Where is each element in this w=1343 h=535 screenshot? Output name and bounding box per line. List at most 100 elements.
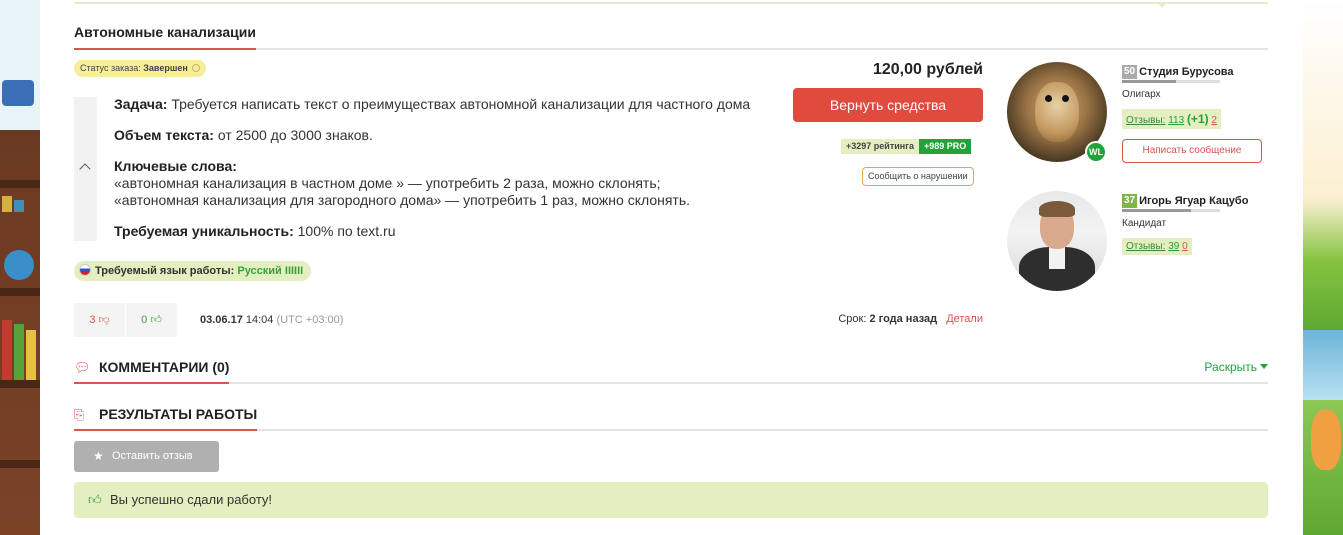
leave-review-label: Оставить отзыв (112, 450, 193, 462)
order-title: Автономные канализации (74, 24, 256, 50)
date-day: 03.06.17 (200, 314, 243, 326)
customer-info: 50 Студия Бурусова Олигарх Отзывы: 113 (+… (1122, 63, 1234, 129)
book (26, 330, 36, 380)
russia-flag-icon (79, 264, 91, 276)
keywords-label: Ключевые слова: (114, 158, 237, 174)
executor-rank: Кандидат (1122, 218, 1167, 229)
task-line: Задача: Требуется написать текст о преим… (114, 96, 794, 113)
eye (1062, 95, 1069, 102)
deadline-prefix: Срок: (838, 313, 867, 325)
pro-value: +989 PRO (918, 139, 972, 154)
success-message: 👍︎ Вы успешно сдали работу! (74, 482, 1268, 518)
report-button[interactable]: Сообщить о нарушении (862, 167, 974, 186)
keyword-item: «автономная канализация в частном доме »… (114, 175, 661, 191)
top-divider (74, 0, 1268, 4)
eye (1045, 95, 1052, 102)
task-label: Задача: (114, 96, 168, 112)
book (2, 196, 12, 212)
uniqueness-line: Требуемая уникальность: 100% по text.ru (114, 223, 794, 240)
results-section: ⎘ РЕЗУЛЬТАТЫ РАБОТЫ (74, 405, 1268, 431)
order-title-bar: Автономные канализации (74, 24, 1268, 50)
vote-buttons: 3 👎︎ 0 👍︎ (74, 303, 178, 337)
customer-level: 50 (1122, 65, 1138, 79)
language-level: IIIIII (284, 265, 304, 277)
reviews-negative[interactable]: 2 (1211, 115, 1217, 126)
task-description: Задача: Требуется написать текст о преим… (114, 96, 794, 254)
level-progress (1122, 209, 1191, 212)
uniqueness-text: 100% по text.ru (297, 223, 396, 239)
avatar-collar (1049, 247, 1065, 269)
status-prefix: Статус заказа: (80, 63, 141, 73)
date-timezone: (UTC +03:00) (276, 314, 344, 326)
executor-info: 37 Игорь Ягуар Кацубо Кандидат Отзывы: 39… (1122, 192, 1248, 255)
top-notch (1157, 2, 1167, 8)
reviews-new: (+1) (1186, 112, 1209, 126)
reviews-label[interactable]: Отзывы: (1126, 241, 1165, 252)
customer-level-bar (1122, 80, 1220, 83)
left-decoration (0, 0, 40, 535)
status-icon (192, 64, 201, 72)
reviews-positive[interactable]: 39 (1168, 241, 1179, 252)
task-text: Требуется написать текст о преимуществах… (171, 96, 751, 112)
shelf (0, 288, 40, 296)
caret-down-icon (1260, 364, 1268, 369)
wl-badge: WL (1085, 141, 1107, 163)
executor-level-bar (1122, 209, 1220, 212)
expand-label: Раскрыть (1204, 360, 1257, 374)
like-count: 0 (141, 314, 148, 326)
customer-reviews: Отзывы: 113 (+1) 2 (1122, 109, 1221, 129)
right-decoration (1303, 0, 1343, 535)
success-text: Вы успешно сдали работу! (110, 492, 273, 507)
deadline: Срок: 2 года назад Детали (830, 313, 983, 325)
thumbs-down-icon: 👎︎ (98, 314, 110, 326)
refund-button[interactable]: Вернуть средства (793, 88, 983, 122)
chevron-up-icon (79, 163, 91, 175)
chipmunk-image (1035, 82, 1079, 142)
date-time: 14:04 (245, 314, 274, 326)
keywords-block: Ключевые слова: «автономная канализация … (114, 158, 794, 209)
reviews-positive[interactable]: 113 (1168, 115, 1184, 126)
like-button[interactable]: 0 👍︎ (126, 303, 177, 337)
expand-comments-button[interactable]: Раскрыть (1204, 360, 1268, 374)
language-badge: Требуемый язык работы: Русский IIIIII (74, 261, 312, 281)
order-page: Автономные канализации Статус заказа: За… (40, 0, 1302, 535)
rating-badge: +3297 рейтинга +989 PRO (841, 139, 972, 154)
collapse-toggle[interactable] (74, 97, 97, 241)
dislike-button[interactable]: 3 👎︎ (74, 303, 125, 337)
thumbs-up-icon: 👍︎ (150, 314, 162, 326)
comments-title: КОММЕНТАРИИ (0) (74, 358, 230, 384)
reviews-negative[interactable]: 0 (1182, 241, 1188, 252)
volume-line: Объем текста: от 2500 до 3000 знаков. (114, 127, 794, 144)
status-value: Завершен (143, 63, 188, 73)
cat-icon (1311, 410, 1341, 470)
customer-rank: Олигарх (1122, 89, 1161, 100)
globe-icon (4, 250, 34, 280)
thumbs-up-icon: 👍︎ (88, 492, 102, 507)
executor-level: 37 (1122, 194, 1138, 208)
level-progress (1122, 80, 1176, 83)
book (2, 320, 12, 380)
uniqueness-label: Требуемая уникальность: (114, 223, 294, 239)
leave-review-button[interactable]: ★ Оставить отзыв (74, 441, 219, 472)
details-link[interactable]: Детали (946, 313, 983, 325)
customer-name[interactable]: Студия Бурусова (1139, 66, 1233, 78)
shelf (0, 180, 40, 188)
shelf (0, 460, 40, 468)
book (14, 200, 24, 212)
keyword-item: «автономная канализация для загородного … (114, 192, 691, 208)
book (14, 324, 24, 380)
executor-avatar[interactable] (1007, 191, 1107, 291)
flower-pot-icon (2, 80, 34, 106)
avatar-hair (1039, 201, 1075, 217)
executor-name[interactable]: Игорь Ягуар Кацубо (1139, 195, 1248, 207)
deadline-value: 2 года назад (869, 313, 938, 325)
reviews-label[interactable]: Отзывы: (1126, 115, 1165, 126)
language-label: Требуемый язык работы: (95, 265, 235, 277)
executor-reviews: Отзывы: 39 0 (1122, 238, 1192, 255)
star-icon: ★ (93, 449, 104, 463)
write-message-button[interactable]: Написать сообщение (1122, 139, 1262, 163)
volume-text: от 2500 до 3000 знаков. (217, 127, 373, 143)
volume-label: Объем текста: (114, 127, 214, 143)
language-value: Русский (237, 265, 282, 277)
results-title: РЕЗУЛЬТАТЫ РАБОТЫ (74, 405, 258, 431)
